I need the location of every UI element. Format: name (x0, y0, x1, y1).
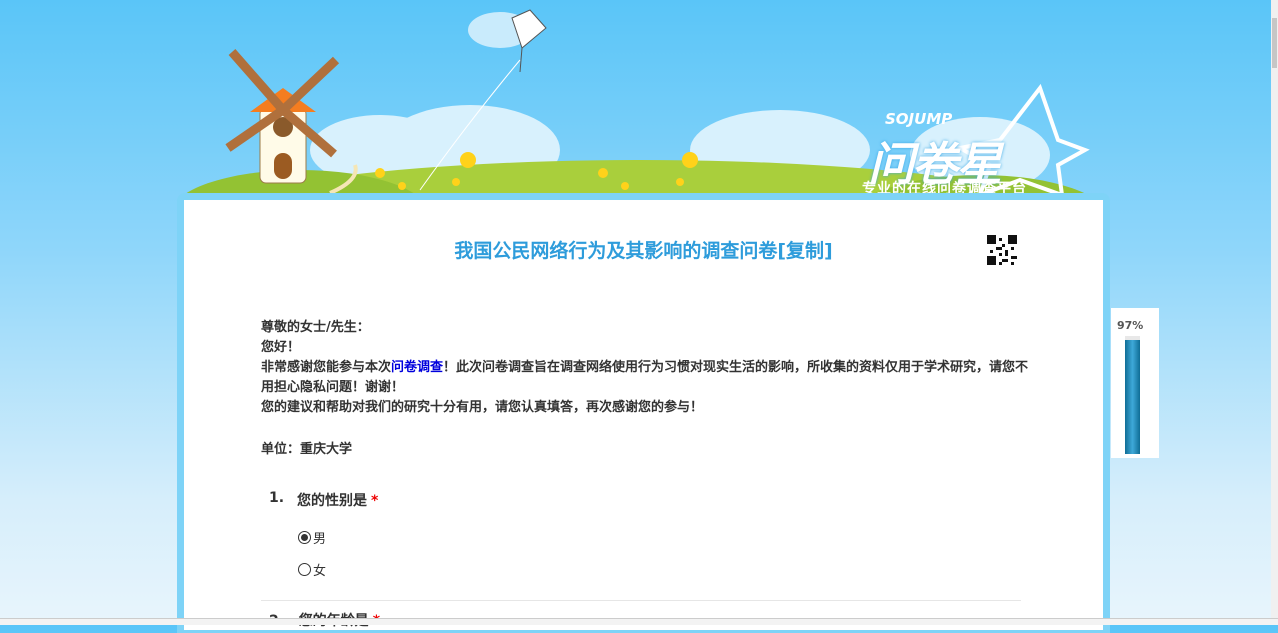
survey-card: 我国公民网络行为及其影响的调查问卷[复制] 尊敬的女士/先生： 您好！ 非常感谢… (184, 200, 1103, 630)
qr-code-icon[interactable] (987, 235, 1017, 265)
survey-link[interactable]: 问卷调查 (391, 360, 443, 375)
question-label: 您的性别是 (297, 493, 367, 509)
intro-hello: 您好！ (261, 340, 301, 355)
radio-button-selected[interactable] (298, 531, 311, 544)
survey-unit: 单位：重庆大学 (261, 442, 353, 457)
question-divider (261, 600, 1021, 601)
progress-track (1125, 336, 1140, 454)
progress-indicator: 97% (1111, 308, 1159, 458)
required-mark: * (371, 493, 379, 509)
progress-fill (1125, 339, 1140, 454)
landscape-illustration (177, 9, 1097, 200)
intro-purpose-pre: 非常感谢您能参与本次 (261, 360, 392, 375)
survey-title: 我国公民网络行为及其影响的调查问卷[复制] (454, 240, 833, 262)
intro-thanks: 您的建议和帮助对我们的研究十分有用，请您认真填答，再次感谢您的参与！ (261, 400, 704, 415)
scrollbar-thumb[interactable] (1272, 18, 1277, 68)
intro-purpose: 非常感谢您能参与本次问卷调查！此次问卷调查旨在调查网络使用行为习惯对现实生活的影… (261, 358, 1031, 398)
header-banner: SOJUMP 问卷星 专业的在线问卷调查平台 (0, 0, 1278, 200)
radio-button[interactable] (298, 563, 311, 576)
brand-english-name: SOJUMP (885, 110, 953, 128)
question-text: 您的性别是 * (297, 490, 378, 510)
option-female[interactable]: 女 (298, 560, 326, 579)
intro-greeting: 尊敬的女士/先生： (261, 320, 370, 335)
progress-label: 97% (1117, 319, 1144, 332)
question-number: 1. (269, 490, 285, 506)
option-male[interactable]: 男 (298, 528, 326, 547)
option-label: 女 (313, 564, 327, 579)
option-label: 男 (313, 532, 327, 547)
vertical-scrollbar[interactable] (1271, 0, 1278, 624)
survey-intro: 尊敬的女士/先生： 您好！ 非常感谢您能参与本次问卷调查！此次问卷调查旨在调查网… (261, 318, 1031, 418)
